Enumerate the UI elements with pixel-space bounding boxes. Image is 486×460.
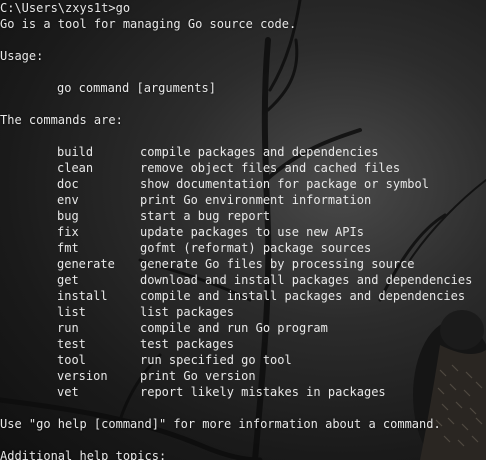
command-name: bug bbox=[57, 209, 79, 223]
intro-text: Go is a tool for managing Go source code… bbox=[0, 17, 297, 31]
command-row: build compile packages and dependencies bbox=[0, 144, 486, 160]
command-description: download and install packages and depend… bbox=[140, 273, 473, 287]
command-name: fmt bbox=[57, 241, 79, 255]
command-description: test packages bbox=[140, 337, 234, 351]
command-name: generate bbox=[57, 257, 115, 271]
command-name: run bbox=[57, 321, 79, 335]
command-row: list list packages bbox=[0, 304, 486, 320]
command-description: start a bug report bbox=[140, 209, 271, 223]
help-hint: Use "go help [command]" for more informa… bbox=[0, 417, 441, 431]
commands-heading: The commands are: bbox=[0, 113, 123, 127]
command-description: compile and install packages and depende… bbox=[140, 289, 466, 303]
command-row: fmt gofmt (reformat) package sources bbox=[0, 240, 486, 256]
command-description: print Go environment information bbox=[140, 193, 372, 207]
usage-line: go command [arguments] bbox=[57, 81, 216, 95]
command-name: install bbox=[57, 289, 108, 303]
command-name: doc bbox=[57, 177, 79, 191]
command-description: show documentation for package or symbol bbox=[140, 177, 429, 191]
command-description: print Go version bbox=[140, 369, 256, 383]
command-name: tool bbox=[57, 353, 86, 367]
command-description: generate Go files by processing source bbox=[140, 257, 415, 271]
command-row: clean remove object files and cached file… bbox=[0, 160, 486, 176]
command-row: tool run specified go tool bbox=[0, 352, 486, 368]
command-name: fix bbox=[57, 225, 79, 239]
command-description: compile and run Go program bbox=[140, 321, 328, 335]
command-row: test test packages bbox=[0, 336, 486, 352]
command-name: clean bbox=[57, 161, 94, 175]
command-description: compile packages and dependencies bbox=[140, 145, 379, 159]
command-row: env print Go environment information bbox=[0, 192, 486, 208]
command-name: build bbox=[57, 145, 94, 159]
command-description: report likely mistakes in packages bbox=[140, 385, 386, 399]
command-row: get download and install packages and dep… bbox=[0, 272, 486, 288]
command-name: vet bbox=[57, 385, 79, 399]
command-row: vet report likely mistakes in packages bbox=[0, 384, 486, 400]
command-row: install compile and install packages and … bbox=[0, 288, 486, 304]
command-prompt: C:\Users\zxys1t>go bbox=[0, 1, 131, 15]
command-description: remove object files and cached files bbox=[140, 161, 401, 175]
command-description: run specified go tool bbox=[140, 353, 292, 367]
command-name: test bbox=[57, 337, 86, 351]
command-row: version print Go version bbox=[0, 368, 486, 384]
command-name: list bbox=[57, 305, 86, 319]
command-row: run compile and run Go program bbox=[0, 320, 486, 336]
usage-heading: Usage: bbox=[0, 49, 44, 63]
command-description: list packages bbox=[140, 305, 234, 319]
command-description: update packages to use new APIs bbox=[140, 225, 364, 239]
command-row: fix update packages to use new APIs bbox=[0, 224, 486, 240]
terminal-window[interactable]: C:\Users\zxys1t>go Go is a tool for mana… bbox=[0, 0, 486, 460]
command-row: generate generate Go files by processing … bbox=[0, 256, 486, 272]
command-name: version bbox=[57, 369, 108, 383]
additional-heading: Additional help topics: bbox=[0, 449, 167, 460]
command-description: gofmt (reformat) package sources bbox=[140, 241, 372, 255]
command-name: env bbox=[57, 193, 79, 207]
command-row: doc show documentation for package or sym… bbox=[0, 176, 486, 192]
command-name: get bbox=[57, 273, 79, 287]
command-row: bug start a bug report bbox=[0, 208, 486, 224]
